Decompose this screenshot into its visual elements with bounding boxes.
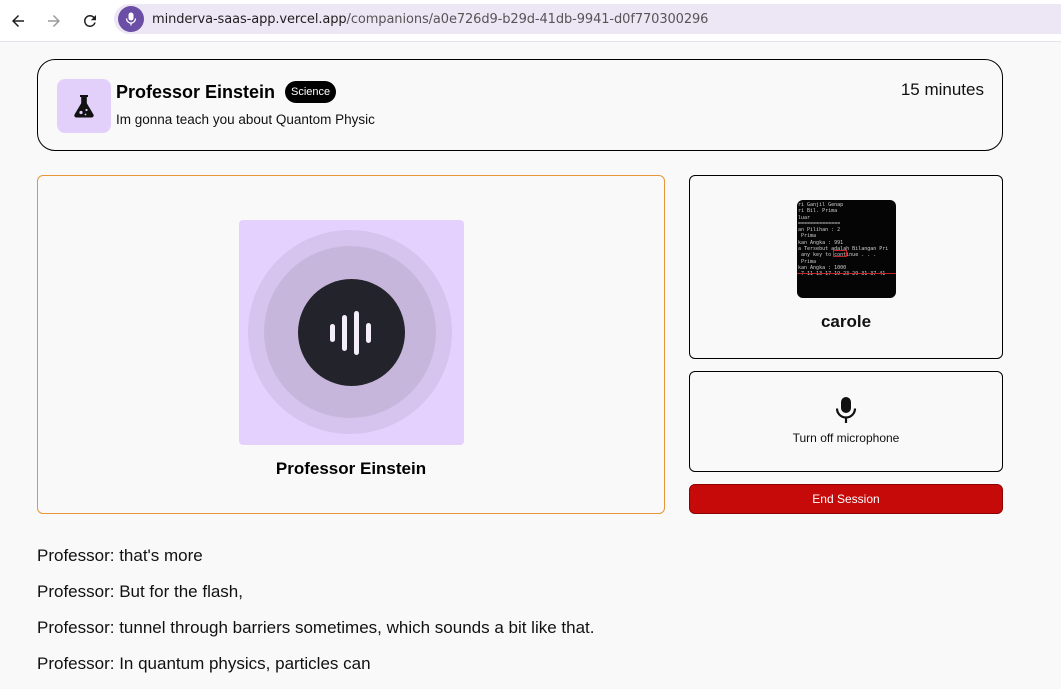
session-duration: 15 minutes [900,80,984,99]
user-card: ri Ganjil Genap ri Bil. Prima luar ========… [689,175,1003,359]
back-button[interactable] [0,3,36,39]
arrow-left-icon [12,14,24,27]
site-info-icon[interactable] [118,6,144,32]
microphone-toggle-button[interactable]: Turn off microphone [689,371,1003,472]
address-bar[interactable]: minderva-saas-app.vercel.app/companions/… [114,4,1061,34]
user-avatar: ri Ganjil Genap ri Bil. Prima luar ========… [797,200,896,298]
companion-topic: Im gonna teach you about Quantom Physic [116,112,375,127]
soundwave-icon [329,310,371,355]
avatar-terminal-text: ri Ganjil Genap ri Bil. Prima luar ========… [798,202,896,278]
end-session-button[interactable]: End Session [689,484,1003,514]
subject-badge: Science [285,81,337,103]
transcript-list: Professor: that's more Professor: But fo… [37,545,1017,689]
url-path: /companions/a0e726d9-b29d-41db-9941-d0f7… [346,11,709,27]
voice-indicator [298,279,405,386]
transcript-message: Professor: that's more [37,546,203,565]
forward-button[interactable] [36,3,72,39]
companion-title: Professor Einstein [116,82,276,102]
url-host: minderva-saas-app.vercel.app [152,11,347,27]
arrow-right-icon [48,14,60,27]
companion-header-card: Professor Einstein Science Im gonna teac… [37,59,1003,151]
url-text: minderva-saas-app.vercel.app/companions/… [152,12,708,27]
avatar-highlight-box [833,250,847,257]
companion-panel: Professor Einstein [37,175,665,514]
subject-icon-box [57,79,111,133]
browser-toolbar: minderva-saas-app.vercel.app/companions/… [0,0,1061,42]
reload-button[interactable] [72,3,108,39]
transcript-message: Professor: tunnel through barriers somet… [37,618,595,637]
transcript-message: Professor: In quantum physics, particles… [37,654,371,673]
avatar-red-line [797,273,896,274]
companion-name: Professor Einstein [275,459,427,478]
microphone-label: Turn off microphone [792,431,900,445]
microphone-icon [125,12,137,26]
reload-icon [83,14,96,27]
transcript-message: Professor: But for the flash, [37,582,243,601]
microphone-icon [835,397,857,423]
companion-avatar [239,220,464,445]
flask-icon [74,95,94,118]
user-name: carole [820,312,872,331]
